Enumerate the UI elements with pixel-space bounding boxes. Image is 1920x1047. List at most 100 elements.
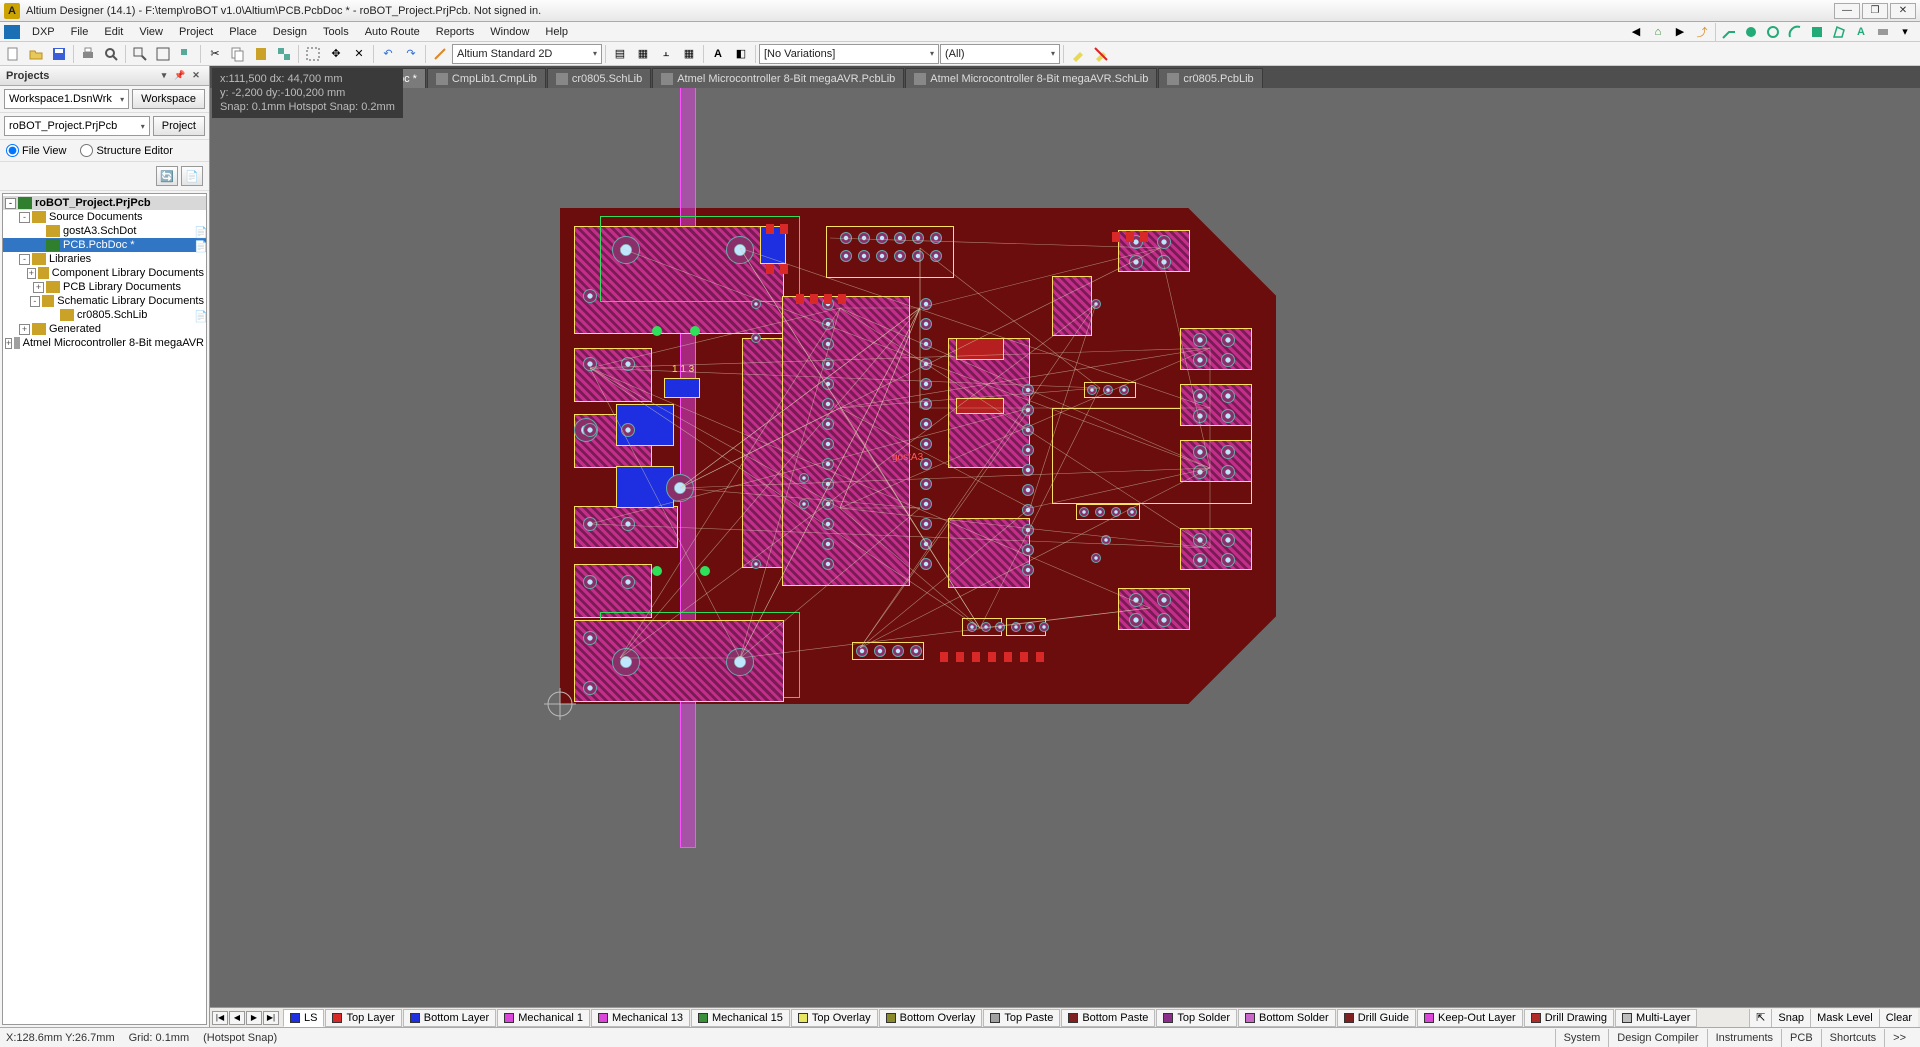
filter-all-combo[interactable]: (All)	[940, 44, 1060, 64]
nav-back-button[interactable]: ◀	[1625, 22, 1647, 42]
project-tree[interactable]: -roBOT_Project.PrjPcb-Source Documentsgo…	[2, 193, 207, 1025]
clear-highlight-icon[interactable]	[1090, 44, 1112, 64]
paste-icon[interactable]	[250, 44, 272, 64]
menu-dxp[interactable]: DXP	[24, 24, 63, 40]
tree-node[interactable]: +PCB Library Documents	[3, 280, 206, 294]
status-btn-pcb[interactable]: PCB	[1781, 1029, 1821, 1047]
tree-expander-icon[interactable]: -	[19, 254, 30, 265]
tree-expander-icon[interactable]: -	[30, 296, 40, 307]
status-btn--[interactable]: >>	[1884, 1029, 1914, 1047]
tree-expander-icon[interactable]: +	[33, 282, 44, 293]
layer-tab[interactable]: Top Solder	[1156, 1009, 1237, 1027]
layer-tab[interactable]: Drill Drawing	[1524, 1009, 1614, 1027]
place-track-icon[interactable]	[1718, 22, 1740, 42]
place-via-icon[interactable]	[1762, 22, 1784, 42]
crossprobe-icon[interactable]	[429, 44, 451, 64]
workspace-button[interactable]: Workspace	[132, 89, 205, 109]
text-icon[interactable]: A	[707, 44, 729, 64]
layer-tab[interactable]: Top Paste	[983, 1009, 1060, 1027]
panel-pin-icon[interactable]: 📌	[173, 69, 187, 83]
status-btn-instruments[interactable]: Instruments	[1707, 1029, 1781, 1047]
tree-expander-icon[interactable]: -	[5, 198, 16, 209]
status-btn-design-compiler[interactable]: Design Compiler	[1608, 1029, 1706, 1047]
tree-expander-icon[interactable]: +	[27, 268, 36, 279]
maximize-button[interactable]: ❐	[1862, 3, 1888, 19]
panel-close-icon[interactable]: ✕	[189, 69, 203, 83]
tree-node[interactable]: -Schematic Library Documents	[3, 294, 206, 308]
layer-tool-clear[interactable]: Clear	[1879, 1009, 1918, 1027]
panel-dropdown-icon[interactable]: ▾	[157, 69, 171, 83]
place-fill-icon[interactable]	[1806, 22, 1828, 42]
layer-tool-snap[interactable]: Snap	[1771, 1009, 1810, 1027]
layer-tab[interactable]: Mechanical 15	[691, 1009, 790, 1027]
tree-node[interactable]: gostA3.SchDot📄	[3, 224, 206, 238]
menu-help[interactable]: Help	[537, 24, 576, 40]
menu-place[interactable]: Place	[221, 24, 265, 40]
layer-tab[interactable]: Mechanical 13	[591, 1009, 690, 1027]
menu-view[interactable]: View	[131, 24, 171, 40]
deselect-icon[interactable]: ✕	[348, 44, 370, 64]
place-component-icon[interactable]	[1872, 22, 1894, 42]
view-mode-combo[interactable]: Altium Standard 2D	[452, 44, 602, 64]
project-combo[interactable]: roBOT_Project.PrjPcb	[4, 116, 150, 136]
menu-project[interactable]: Project	[171, 24, 221, 40]
zoom-area-icon[interactable]	[129, 44, 151, 64]
layer-tool-mask-level[interactable]: Mask Level	[1810, 1009, 1879, 1027]
highlight-icon[interactable]	[1067, 44, 1089, 64]
file-view-radio[interactable]: File View	[6, 144, 66, 157]
refresh-tree-icon[interactable]: 🔄	[156, 166, 178, 186]
layer-tab[interactable]: Mechanical 1	[497, 1009, 590, 1027]
tree-expander-icon[interactable]: +	[5, 338, 12, 349]
layer-tab[interactable]: Multi-Layer	[1615, 1009, 1697, 1027]
menu-window[interactable]: Window	[482, 24, 537, 40]
menu-file[interactable]: File	[63, 24, 97, 40]
layer-tab[interactable]: LS	[283, 1009, 324, 1027]
layer-tab[interactable]: Bottom Paste	[1061, 1009, 1155, 1027]
pcb-canvas[interactable]: 1 1 3 gostA3	[210, 88, 1920, 1007]
doc-tab[interactable]: Atmel Microcontroller 8-Bit megaAVR.PcbL…	[652, 68, 904, 88]
tree-node[interactable]: -roBOT_Project.PrjPcb	[3, 196, 206, 210]
tree-expander-icon[interactable]: -	[19, 212, 30, 223]
place-polygon-icon[interactable]	[1828, 22, 1850, 42]
dxp-icon[interactable]	[4, 25, 20, 39]
redo-icon[interactable]: ↷	[400, 44, 422, 64]
tree-node[interactable]: PCB.PcbDoc *📄	[3, 238, 206, 252]
duplicate-icon[interactable]	[273, 44, 295, 64]
layer-scroll-icon[interactable]: ⇱	[1749, 1009, 1771, 1027]
layer-tab[interactable]: Bottom Overlay	[879, 1009, 983, 1027]
layer-tab[interactable]: Bottom Layer	[403, 1009, 496, 1027]
tree-node[interactable]: -Source Documents	[3, 210, 206, 224]
place-string-icon[interactable]: A	[1850, 22, 1872, 42]
layer-last-icon[interactable]: ▶|	[263, 1011, 279, 1025]
layer-tab[interactable]: Bottom Solder	[1238, 1009, 1336, 1027]
status-btn-system[interactable]: System	[1555, 1029, 1609, 1047]
open-icon[interactable]	[25, 44, 47, 64]
move-icon[interactable]: ✥	[325, 44, 347, 64]
tree-node[interactable]: +Component Library Documents	[3, 266, 206, 280]
preview-icon[interactable]	[100, 44, 122, 64]
print-icon[interactable]	[77, 44, 99, 64]
select-rect-icon[interactable]	[302, 44, 324, 64]
align-grid-icon[interactable]: ▦	[678, 44, 700, 64]
tree-node[interactable]: cr0805.SchLib📄	[3, 308, 206, 322]
copy-icon[interactable]	[227, 44, 249, 64]
place-arc-icon[interactable]	[1784, 22, 1806, 42]
doc-tab[interactable]: cr0805.PcbLib	[1158, 68, 1262, 88]
tree-node[interactable]: +Atmel Microcontroller 8-Bit megaAVR	[3, 336, 206, 350]
tree-options-icon[interactable]: 📄	[181, 166, 203, 186]
place-dropdown-icon[interactable]: ▾	[1894, 22, 1916, 42]
layer-next-icon[interactable]: ▶	[246, 1011, 262, 1025]
nav-home-button[interactable]: ⌂	[1647, 22, 1669, 42]
layer-tab[interactable]: Drill Guide	[1337, 1009, 1416, 1027]
doc-tab[interactable]: CmpLib1.CmpLib	[427, 68, 546, 88]
menu-design[interactable]: Design	[265, 24, 315, 40]
menu-tools[interactable]: Tools	[315, 24, 357, 40]
nav-fwd-button[interactable]: ▶	[1669, 22, 1691, 42]
nav-up-button[interactable]: ⤴	[1691, 22, 1713, 42]
new-doc-icon[interactable]	[2, 44, 24, 64]
layer-prev-icon[interactable]: ◀	[229, 1011, 245, 1025]
workspace-combo[interactable]: Workspace1.DsnWrk	[4, 89, 129, 109]
align-dist-h-icon[interactable]: ⫠	[655, 44, 677, 64]
variations-combo[interactable]: [No Variations]	[759, 44, 939, 64]
layer-first-icon[interactable]: |◀	[212, 1011, 228, 1025]
